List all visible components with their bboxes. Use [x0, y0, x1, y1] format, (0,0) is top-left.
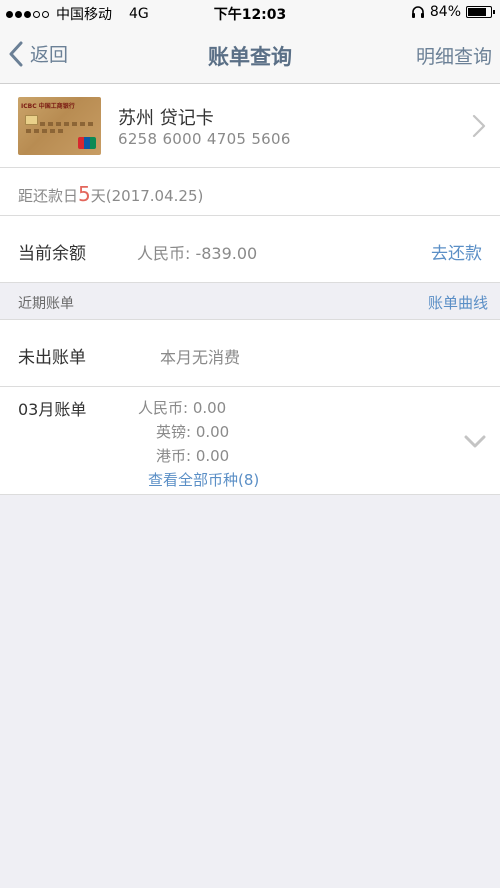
- unbilled-value: 本月无消费: [160, 348, 241, 367]
- nav-bar: 返回 账单查询 明细查询: [0, 26, 500, 84]
- detail-query-button[interactable]: 明细查询: [416, 42, 492, 69]
- chevron-right-icon: [472, 114, 486, 138]
- status-right: 84%: [411, 4, 495, 20]
- card-image: ICBC 中国工商银行: [18, 97, 101, 155]
- amount-hkd: 港币: 0.00: [156, 447, 230, 465]
- card-row[interactable]: ICBC 中国工商银行 苏州 贷记卡 6258 6000 4705 5606: [0, 84, 500, 168]
- due-date-text: 距还款日5天(2017.04.25): [18, 182, 203, 206]
- status-bar: 中国移动 4G 下午12:03 84%: [0, 0, 500, 26]
- bill-curve-link[interactable]: 账单曲线: [428, 292, 488, 313]
- balance-label: 当前余额: [18, 244, 86, 264]
- chevron-down-icon[interactable]: [464, 435, 486, 449]
- battery-icon: [466, 6, 495, 18]
- bank-logo: ICBC 中国工商银行: [21, 103, 75, 110]
- amount-rmb: 人民币: 0.00: [138, 399, 227, 417]
- due-date-row: 距还款日5天(2017.04.25): [0, 168, 500, 216]
- balance-row: 当前余额 人民币: -839.00 去还款: [0, 216, 500, 283]
- unbilled-label: 未出账单: [18, 348, 86, 368]
- balance-value: 人民币: -839.00: [137, 244, 258, 263]
- card-chip: [25, 115, 38, 125]
- card-name: 苏州 贷记卡: [118, 108, 214, 129]
- march-bill-label: 03月账单: [18, 400, 87, 419]
- unionpay-logo: [78, 137, 96, 149]
- repay-button[interactable]: 去还款: [431, 239, 482, 264]
- unbilled-row[interactable]: 未出账单 本月无消费: [0, 320, 500, 387]
- due-suffix: 天(2017.04.25): [90, 187, 204, 205]
- view-all-currencies-link[interactable]: 查看全部币种(8): [148, 469, 259, 490]
- recent-bills-header: 近期账单 账单曲线: [0, 283, 500, 320]
- due-days: 5: [78, 182, 91, 206]
- march-bill-row[interactable]: 03月账单 人民币: 0.00 英镑: 0.00 港币: 0.00 查看全部币种…: [0, 387, 500, 495]
- battery-percent: 84%: [429, 4, 461, 20]
- recent-bills-title: 近期账单: [18, 296, 74, 312]
- headphones-icon: [411, 6, 424, 18]
- card-number: 6258 6000 4705 5606: [118, 130, 291, 148]
- amount-gbp: 英镑: 0.00: [156, 423, 230, 441]
- due-prefix: 距还款日: [18, 187, 79, 205]
- battery-level: [468, 8, 487, 16]
